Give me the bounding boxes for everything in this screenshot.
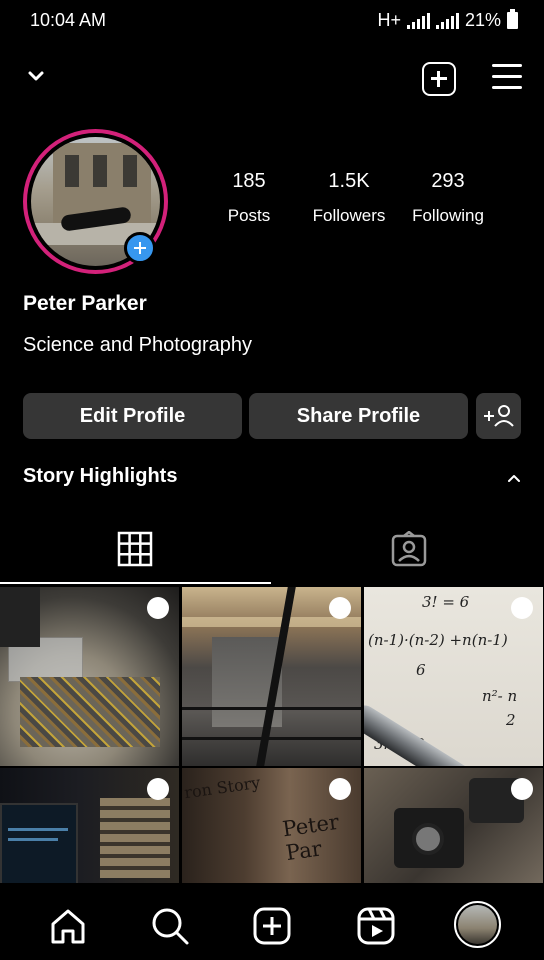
status-indicators: H+ 21% xyxy=(377,9,518,31)
reels-icon xyxy=(357,907,395,945)
story-highlights-label[interactable]: Story Highlights xyxy=(23,465,177,488)
nav-home[interactable] xyxy=(46,906,90,946)
math-line-4: n²- n xyxy=(482,687,518,705)
math-line-2: (n-1)·(n-2) +n(n-1) xyxy=(368,631,508,649)
profile-bio: Science and Photography xyxy=(23,334,253,356)
menu-button[interactable] xyxy=(492,64,522,90)
account-switch-chevron-icon[interactable] xyxy=(26,66,46,86)
followers-count: 1.5K xyxy=(328,170,370,192)
grid-post[interactable]: ron Story Peter Par xyxy=(182,768,361,883)
nav-create[interactable] xyxy=(250,906,294,946)
grid-post[interactable] xyxy=(182,587,361,766)
math-line-3: 6 xyxy=(416,661,426,679)
discover-people-button[interactable] xyxy=(476,393,521,439)
share-profile-button[interactable]: Share Profile xyxy=(249,393,468,439)
profile-screen: 10:04 AM H+ 21% 185 Posts 1.5K Followers… xyxy=(0,0,544,960)
grid-post[interactable]: 3! = 6 (n-1)·(n-2) +n(n-1) 6 n²- n 2 3n … xyxy=(364,587,543,766)
posts-grid: 3! = 6 (n-1)·(n-2) +n(n-1) 6 n²- n 2 3n … xyxy=(0,587,544,883)
following-count: 293 xyxy=(431,170,465,192)
select-circle[interactable] xyxy=(329,778,351,800)
posts-count: 185 xyxy=(232,170,266,192)
tab-selected-indicator xyxy=(0,582,271,584)
select-circle[interactable] xyxy=(511,597,533,619)
nav-reels[interactable] xyxy=(354,906,398,946)
edit-profile-button[interactable]: Edit Profile xyxy=(23,393,242,439)
grid-icon xyxy=(117,531,153,567)
box-subtitle: ron Story xyxy=(183,772,262,803)
select-circle[interactable] xyxy=(511,778,533,800)
chevron-up-icon[interactable] xyxy=(505,470,523,486)
profile-avatar-thumb xyxy=(458,905,497,944)
create-post-button[interactable] xyxy=(422,62,456,96)
profile-name: Peter Parker xyxy=(23,292,147,315)
home-icon xyxy=(51,909,85,944)
tab-posts-grid[interactable] xyxy=(0,520,271,584)
select-circle[interactable] xyxy=(329,597,351,619)
tab-tagged[interactable] xyxy=(273,520,544,584)
add-story-plus-icon[interactable] xyxy=(124,232,156,264)
signal-icon-2 xyxy=(435,12,459,29)
signal-icon xyxy=(406,12,430,29)
nav-profile-avatar[interactable] xyxy=(454,901,501,948)
grid-post[interactable] xyxy=(364,768,543,883)
battery-icon xyxy=(507,9,518,29)
status-time: 10:04 AM xyxy=(30,10,107,30)
grid-post[interactable] xyxy=(0,587,179,766)
battery-percent: 21% xyxy=(464,10,501,30)
add-post-icon xyxy=(253,907,291,945)
grid-post[interactable] xyxy=(0,768,179,883)
network-type: H+ xyxy=(377,10,401,30)
posts-stat[interactable]: 185 Posts xyxy=(199,170,299,226)
status-bar: 10:04 AM H+ 21% xyxy=(0,0,544,42)
math-line-1: 3! = 6 xyxy=(422,593,470,611)
following-label: Following xyxy=(412,206,484,225)
math-line-5: 2 xyxy=(506,711,516,729)
followers-label: Followers xyxy=(312,206,386,225)
following-stat[interactable]: 293 Following xyxy=(398,170,498,226)
bottom-navigation xyxy=(0,884,544,960)
search-icon xyxy=(152,908,189,945)
box-title: Peter Par xyxy=(281,809,341,866)
select-circle[interactable] xyxy=(147,597,169,619)
posts-label: Posts xyxy=(227,206,271,225)
nav-search[interactable] xyxy=(148,906,192,946)
followers-stat[interactable]: 1.5K Followers xyxy=(299,170,399,226)
select-circle[interactable] xyxy=(147,778,169,800)
tagged-icon xyxy=(391,531,427,567)
add-person-icon xyxy=(484,405,514,427)
